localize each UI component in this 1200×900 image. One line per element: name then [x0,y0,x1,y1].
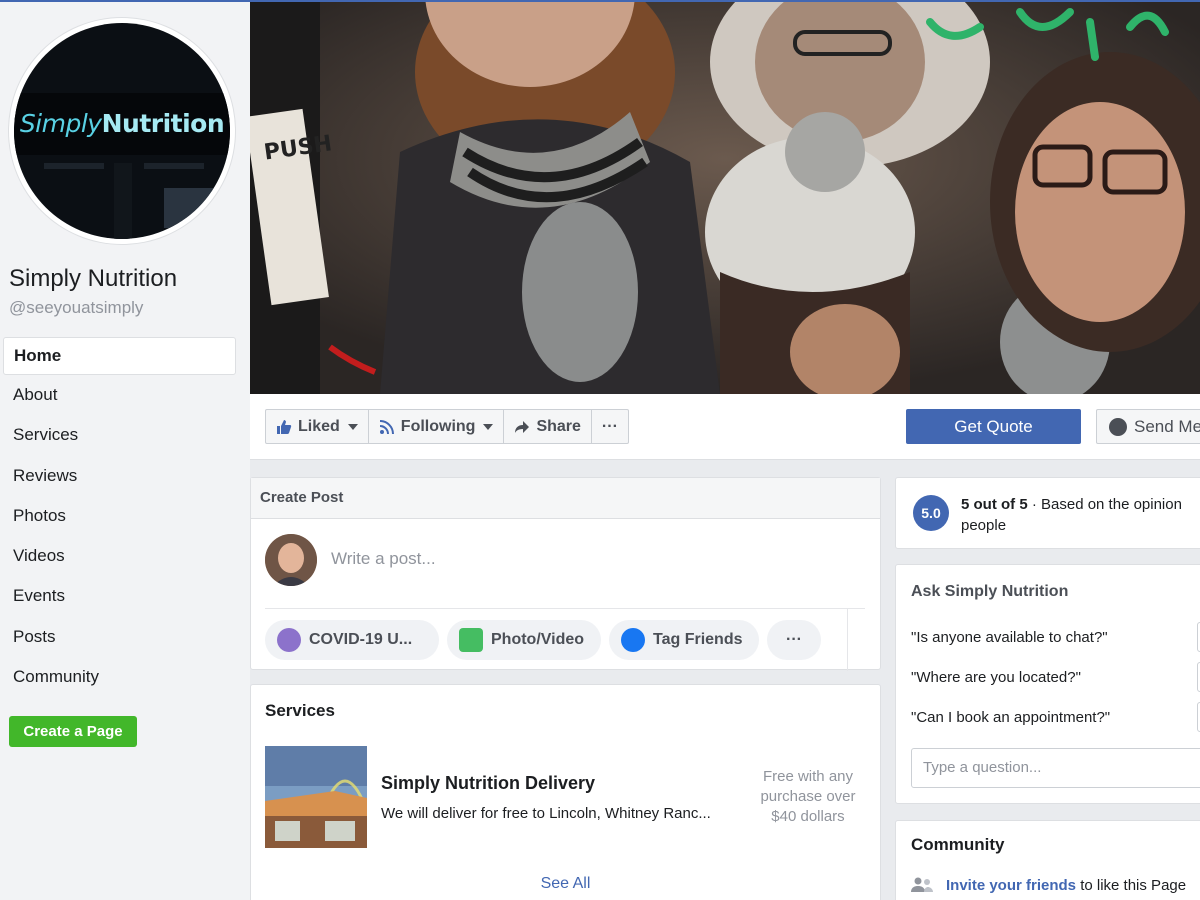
write-post-input[interactable]: Write a post... [331,549,436,569]
more-icon: ··· [786,631,802,648]
nav-item-community[interactable]: Community [3,657,236,697]
avatar[interactable] [265,534,317,586]
store-beam [44,163,104,169]
nav-item-videos[interactable]: Videos [3,536,236,576]
tag-friends-icon [621,628,645,652]
invite-friends-text: Invite your friends to like this Page [946,877,1186,894]
page-title[interactable]: Simply Nutrition [9,265,177,293]
community-card: Community Invite your friends to like th… [895,820,1200,900]
invite-rest-text: to like this Page [1076,877,1187,894]
store-post [114,163,132,239]
page-action-group: Liked Following Share ··· [265,409,629,444]
covid-update-label: COVID-19 U... [309,631,413,648]
store-beam [144,163,204,169]
service-photo-illustration [265,746,367,848]
logo-text-nutrition: Nutrition [101,109,225,138]
nav-item-events[interactable]: Events [3,576,236,616]
rating-card: 5.0 5 out of 5 · Based on the opinion pe… [895,477,1200,549]
service-image[interactable] [265,746,367,848]
services-title: Services [265,701,335,720]
ask-question-input[interactable]: Type a question... [911,748,1200,788]
ask-title: Ask Simply Nutrition [911,583,1069,600]
get-quote-button[interactable]: Get Quote [906,409,1081,444]
photo-icon [459,628,483,652]
page-handle[interactable]: @seeyouatsimply [9,298,143,318]
covid-update-button[interactable]: COVID-19 U... [265,620,439,660]
liked-button[interactable]: Liked [266,410,369,443]
rating-detail: · Based on the opinion [1027,496,1182,513]
thumbs-up-icon [277,419,292,434]
service-description: We will deliver for free to Lincoln, Whi… [381,805,711,822]
rating-detail-line2: people [961,517,1007,534]
services-card: Services Simply Nutrition Delivery We wi… [250,684,881,900]
community-title: Community [911,835,1005,854]
create-post-title: Create Post [251,478,880,519]
create-page-button[interactable]: Create a Page [9,716,137,747]
divider [847,609,848,671]
nav-item-home[interactable]: Home [3,337,236,375]
rating-headline: 5 out of 5 [961,496,1028,513]
send-message-button[interactable]: Send Me [1096,409,1200,444]
chevron-down-icon [483,423,494,430]
liked-label: Liked [298,417,340,435]
invite-friends-link[interactable]: Invite your friends [946,877,1076,894]
profile-picture[interactable]: SimplyNutrition [9,18,235,244]
messenger-icon [1109,418,1127,436]
rss-icon [379,419,394,434]
ask-page-card: Ask Simply Nutrition "Is anyone availabl… [895,564,1200,804]
store-window [164,188,214,228]
people-icon [911,877,933,892]
profile-photo-storefront: SimplyNutrition [14,23,230,239]
share-label: Share [536,417,581,435]
tag-friends-button[interactable]: Tag Friends [609,620,759,660]
tag-friends-label: Tag Friends [653,631,743,648]
divider [265,608,865,609]
more-post-options-button[interactable]: ··· [767,620,821,660]
cover-photo-illustration: PUSH [250,2,1200,394]
following-button[interactable]: Following [369,410,505,443]
left-sidebar: SimplyNutrition Simply Nutrition @seeyou… [0,2,250,900]
cover-photo[interactable]: PUSH [250,2,1200,394]
nav-item-posts[interactable]: Posts [3,617,236,657]
rating-score-badge: 5.0 [913,495,949,531]
create-post-card: Create Post Write a post... COVID-19 U..… [250,477,881,671]
service-name[interactable]: Simply Nutrition Delivery [381,773,595,794]
nav-item-about[interactable]: About [3,375,236,415]
heart-icon [277,628,301,652]
more-icon: ··· [601,417,618,435]
nav-item-reviews[interactable]: Reviews [3,456,236,496]
suggested-question[interactable]: "Can I book an appointment?" [911,709,1110,726]
send-message-label: Send Me [1134,417,1200,436]
rating-summary[interactable]: 5 out of 5 · Based on the opinion [961,494,1182,515]
page-nav: Home About Services Reviews Photos Video… [3,337,236,697]
page-action-bar: Liked Following Share ··· Get Quote Send… [250,394,1200,460]
store-logo: SimplyNutrition [14,109,230,138]
suggested-question[interactable]: "Is anyone available to chat?" [911,629,1108,646]
nav-item-photos[interactable]: Photos [3,496,236,536]
photo-video-label: Photo/Video [491,631,585,648]
nav-item-services[interactable]: Services [3,415,236,455]
user-avatar-illustration [265,534,317,586]
see-all-link[interactable]: See All [251,875,880,893]
logo-text-simply: Simply [19,109,102,138]
suggested-question[interactable]: "Where are you located?" [911,669,1081,686]
service-price: Free with any purchase over $40 dollars [760,768,856,825]
following-label: Following [400,417,476,435]
more-options-button[interactable]: ··· [592,410,628,443]
share-arrow-icon [515,420,530,433]
share-button[interactable]: Share [504,410,592,443]
photo-video-button[interactable]: Photo/Video [447,620,601,660]
chevron-down-icon [347,423,358,430]
